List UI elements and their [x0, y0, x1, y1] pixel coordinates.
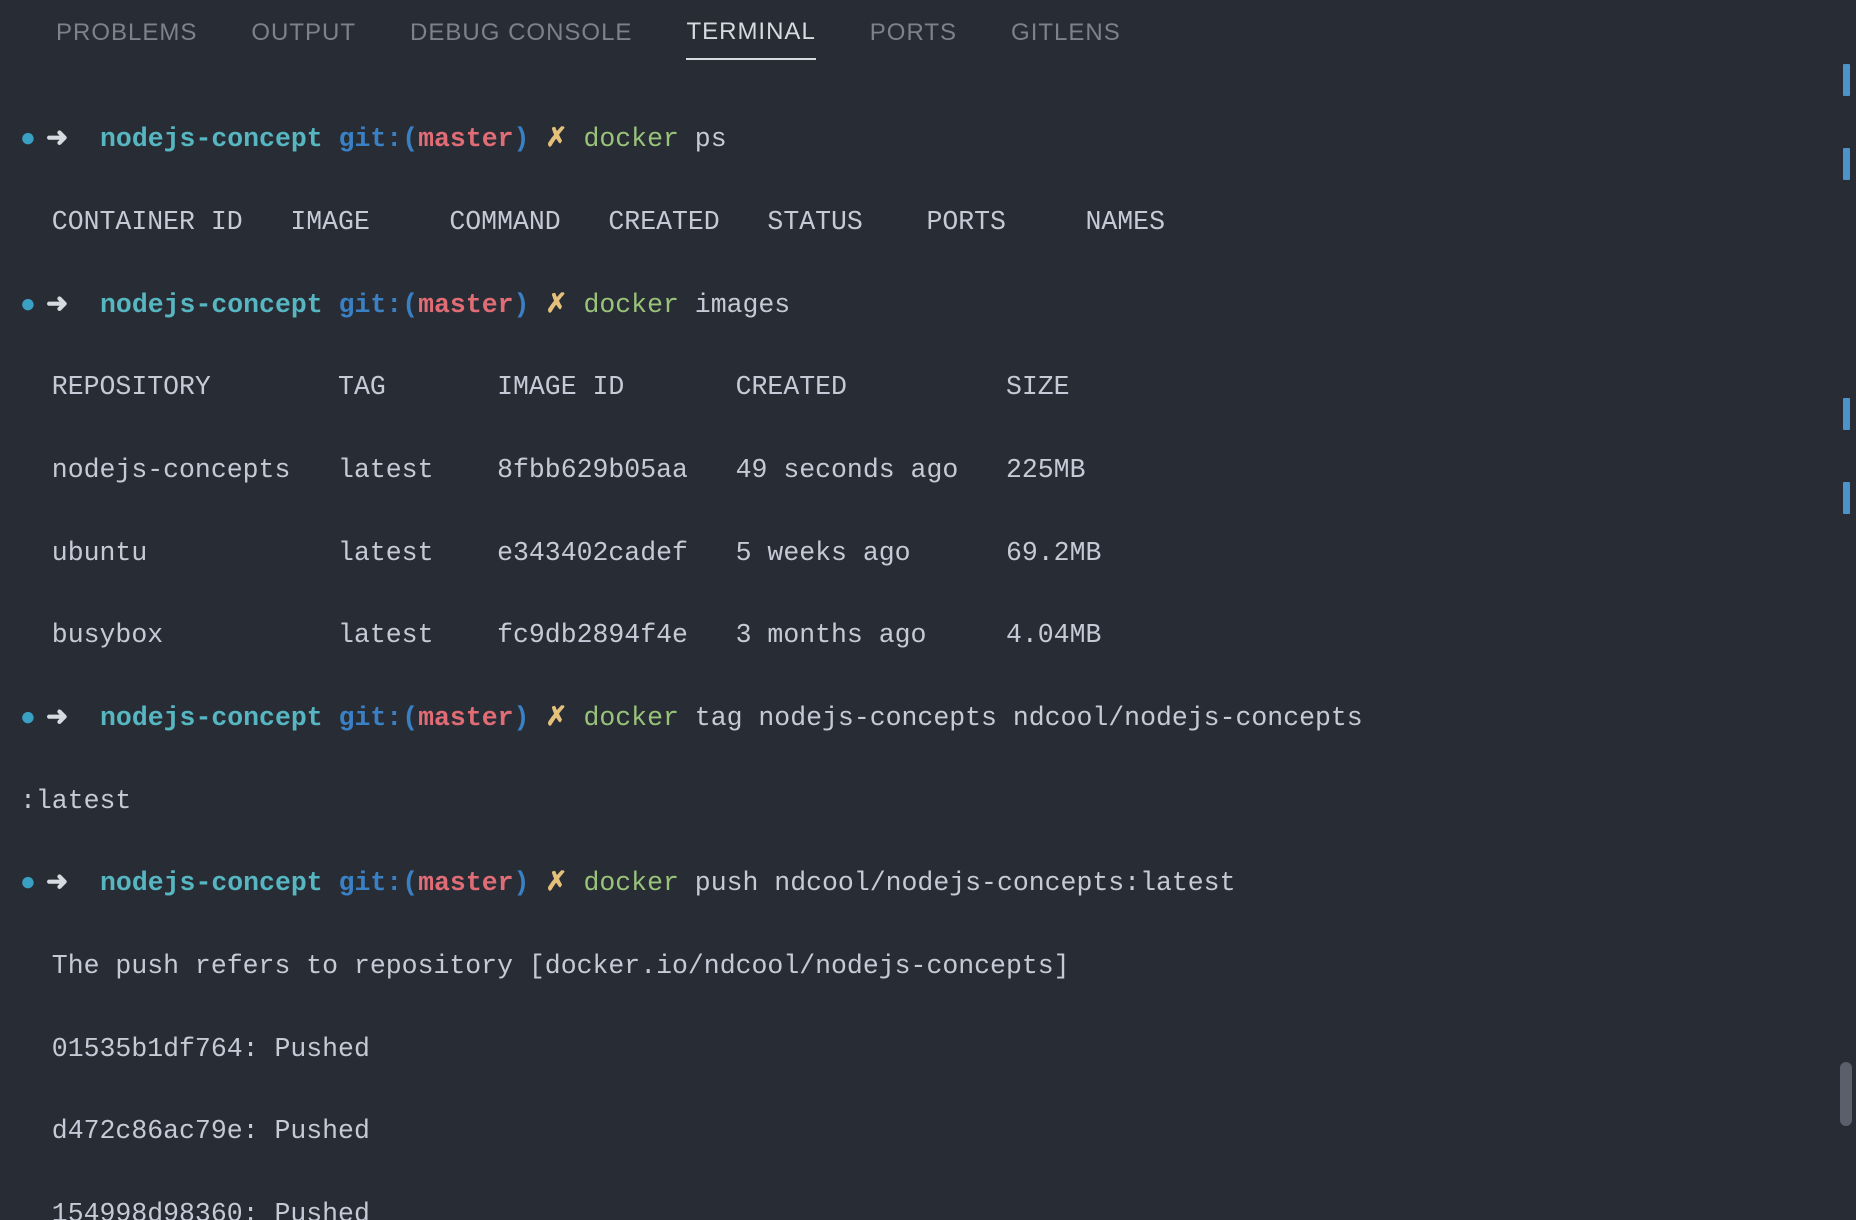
tab-problems[interactable]: PROBLEMS	[56, 19, 197, 59]
output-line: 154998d98360: Pushed	[20, 1194, 1856, 1220]
command-args: images	[695, 290, 790, 320]
overview-ruler	[1842, 60, 1850, 1220]
table-row: ubuntu latest e343402cadef 5 weeks ago 6…	[20, 533, 1856, 574]
command-docker: docker	[583, 703, 678, 733]
tab-ports[interactable]: PORTS	[870, 19, 957, 59]
prompt-dir: nodejs-concept	[100, 124, 323, 154]
tab-terminal[interactable]: TERMINAL	[686, 18, 815, 60]
output-line: d472c86ac79e: Pushed	[20, 1111, 1856, 1152]
prompt-git: git:(	[339, 290, 419, 320]
output-line: 01535b1df764: Pushed	[20, 1029, 1856, 1070]
prompt-git: git:(	[339, 868, 419, 898]
output-line: The push refers to repository [docker.io…	[20, 946, 1856, 987]
prompt-branch: master	[418, 703, 513, 733]
command-docker: docker	[583, 868, 678, 898]
prompt-arrow-icon: ➜	[46, 868, 68, 898]
dirty-icon: ✗	[545, 868, 567, 898]
command-mark[interactable]	[1843, 482, 1850, 514]
tab-debug-console[interactable]: DEBUG CONSOLE	[410, 19, 632, 59]
prompt-git: git:(	[339, 703, 419, 733]
command-args: tag nodejs-concepts ndcool/nodejs-concep…	[695, 703, 1363, 733]
tab-gitlens[interactable]: GITLENS	[1011, 19, 1121, 59]
bullet-icon: ●	[20, 285, 46, 326]
scrollbar-thumb[interactable]	[1840, 1062, 1852, 1126]
command-mark[interactable]	[1843, 398, 1850, 430]
dirty-icon: ✗	[545, 290, 567, 320]
integrated-panel: PROBLEMS OUTPUT DEBUG CONSOLE TERMINAL P…	[0, 0, 1856, 1220]
command-docker: docker	[583, 124, 678, 154]
terminal-output[interactable]: ●➜ nodejs-concept git:(master) ✗ docker …	[0, 60, 1856, 1220]
prompt-arrow-icon: ➜	[46, 124, 68, 154]
prompt-dir: nodejs-concept	[100, 703, 323, 733]
command-args: push ndcool/nodejs-concepts:latest	[695, 868, 1236, 898]
prompt-git: git:(	[339, 124, 419, 154]
prompt-branch: master	[418, 290, 513, 320]
dirty-icon: ✗	[545, 124, 567, 154]
prompt-line: ●➜ nodejs-concept git:(master) ✗ docker …	[20, 285, 1856, 326]
tab-output[interactable]: OUTPUT	[251, 19, 356, 59]
command-mark[interactable]	[1843, 64, 1850, 96]
table-row: nodejs-concepts latest 8fbb629b05aa 49 s…	[20, 450, 1856, 491]
bullet-icon: ●	[20, 698, 46, 739]
dirty-icon: ✗	[545, 703, 567, 733]
prompt-branch: master	[418, 124, 513, 154]
prompt-dir: nodejs-concept	[100, 290, 323, 320]
prompt-branch: master	[418, 868, 513, 898]
prompt-line: ●➜ nodejs-concept git:(master) ✗ docker …	[20, 698, 1856, 739]
command-cont: :latest	[20, 781, 1856, 822]
command-mark[interactable]	[1843, 148, 1850, 180]
ps-header: CONTAINER ID IMAGE COMMAND CREATED STATU…	[20, 202, 1856, 243]
bullet-icon: ●	[20, 863, 46, 904]
images-header: REPOSITORY TAG IMAGE ID CREATED SIZE	[20, 367, 1856, 408]
prompt-line: ●➜ nodejs-concept git:(master) ✗ docker …	[20, 119, 1856, 160]
bullet-icon: ●	[20, 119, 46, 160]
prompt-arrow-icon: ➜	[46, 703, 68, 733]
prompt-line: ●➜ nodejs-concept git:(master) ✗ docker …	[20, 863, 1856, 904]
prompt-dir: nodejs-concept	[100, 868, 323, 898]
panel-tab-bar: PROBLEMS OUTPUT DEBUG CONSOLE TERMINAL P…	[0, 0, 1856, 60]
command-args: ps	[695, 124, 727, 154]
table-row: busybox latest fc9db2894f4e 3 months ago…	[20, 615, 1856, 656]
command-docker: docker	[583, 290, 678, 320]
prompt-arrow-icon: ➜	[46, 290, 68, 320]
